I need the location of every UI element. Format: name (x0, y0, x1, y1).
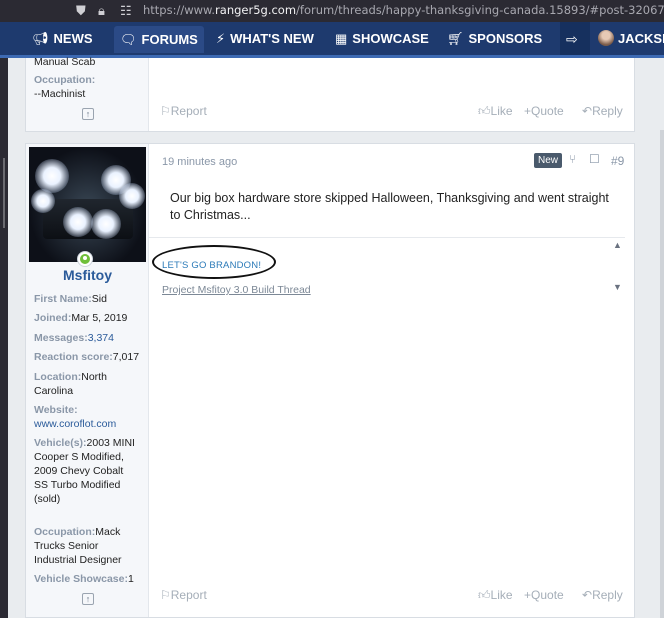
share-icon[interactable]: ⑂ (569, 152, 576, 166)
user-avatar[interactable] (598, 30, 614, 46)
post-date[interactable]: 19 minutes ago (162, 156, 237, 168)
forum-post: Msfitoy First Name:Sid Joined:Mar 5, 201… (25, 143, 635, 618)
signature-link[interactable]: Project Msfitoy 3.0 Build Thread (162, 284, 311, 296)
previous-occupation-value: --Machinist (34, 88, 86, 100)
messages-link[interactable]: 3,374 (88, 332, 114, 344)
scroll-up-icon[interactable]: ▲ (613, 240, 622, 250)
report-link[interactable]: ⚐Report (160, 588, 207, 602)
reaction-score-label: Reaction score: (34, 351, 113, 363)
website-label: Website: (34, 404, 78, 416)
like-button[interactable]: 👍︎Like (478, 588, 513, 603)
vehicles-label: Vehicle(s): (34, 437, 87, 449)
flag-icon: ⚐ (160, 588, 171, 602)
scroll-down-icon[interactable]: ▼ (613, 282, 622, 292)
first-name-value: Sid (91, 293, 107, 305)
bolt-icon: ⚡︎ (216, 31, 226, 46)
bookmark-icon[interactable]: ☐ (589, 152, 600, 166)
flag-icon: ⚐ (160, 104, 171, 118)
nav-news[interactable]: 📢︎ NEWS (32, 31, 93, 47)
previous-occupation-label: Occupation: (34, 74, 96, 86)
signature: LET'S GO BRANDON! Project Msfitoy 3.0 Bu… (149, 237, 625, 297)
nav-sponsors[interactable]: 🛒︎ SPONSORS (447, 31, 542, 47)
post-message: Our big box hardware store skipped Hallo… (170, 191, 609, 222)
previous-quote-button[interactable]: +Quote (524, 104, 564, 118)
nav-showcase[interactable]: ▦ SHOWCASE (335, 31, 429, 47)
nav-user[interactable]: JACKSM (618, 31, 664, 46)
reply-button[interactable]: ↶Reply (582, 588, 623, 602)
new-badge: New (534, 153, 563, 168)
username[interactable]: Msfitoy (26, 267, 149, 283)
shield-icon[interactable]: ⛊ (76, 3, 86, 19)
location-label: Location: (34, 371, 82, 383)
url-text[interactable]: https://www.ranger5g.com/forum/threads/h… (143, 3, 664, 17)
arrow-up-icon[interactable]: ↑ (82, 593, 94, 605)
previous-post: Manual Scab Occupation: --Machinist ↑ ⚐R… (25, 56, 635, 132)
reply-icon: ↶ (582, 104, 593, 118)
signature-line-1: LET'S GO BRANDON! (162, 260, 262, 271)
site-nav: 📢︎ NEWS 🗨︎ FORUMS ⚡︎ WHAT'S NEW ▦ SHOWCASE 🛒… (0, 22, 664, 58)
online-status-icon (78, 252, 92, 266)
previous-extra-fragment: Manual Scab (34, 56, 96, 68)
previous-like-button[interactable]: 👍︎Like (478, 104, 513, 119)
website-link[interactable]: www.coroflot.com (34, 418, 116, 430)
user-avatar-image[interactable] (29, 147, 146, 262)
reaction-score-value: 7,017 (112, 351, 140, 363)
reply-icon: ↶ (582, 588, 593, 602)
cart-icon: 🛒︎ (447, 31, 464, 46)
browser-url-bar: ⛊ 🔒︎ ☷ https://www.ranger5g.com/forum/th… (0, 0, 664, 22)
occupation-label: Occupation: (34, 526, 96, 538)
page-settings-icon[interactable]: ☷ (120, 3, 132, 19)
nav-forums[interactable]: 🗨︎ FORUMS (114, 26, 204, 53)
first-name-label: First Name: (34, 293, 92, 305)
previous-user-extra: Manual Scab Occupation: --Machinist ↑ (26, 56, 149, 131)
vehicle-showcase-value: 1 (127, 573, 134, 585)
thumbs-up-icon: 👍︎ (478, 104, 491, 118)
joined-label: Joined: (34, 312, 72, 324)
post-number[interactable]: #9 (611, 154, 624, 168)
window-edge (0, 58, 8, 618)
vehicle-showcase-label: Vehicle Showcase: (34, 573, 128, 585)
previous-report-link[interactable]: ⚐Report (160, 104, 207, 118)
nav-whats-new[interactable]: ⚡︎ WHAT'S NEW (216, 31, 314, 47)
user-sidebar: Msfitoy First Name:Sid Joined:Mar 5, 201… (26, 144, 149, 617)
table-icon: ▦ (335, 31, 348, 46)
sign-in-icon[interactable]: ⇨ (566, 31, 578, 48)
megaphone-icon: 📢︎ (32, 31, 49, 46)
scrollbar[interactable] (660, 130, 664, 618)
joined-value: Mar 5, 2019 (71, 312, 128, 324)
comments-icon: 🗨︎ (120, 32, 137, 47)
quote-button[interactable]: +Quote (524, 588, 564, 602)
signature-scrollbar[interactable]: ▲ ▼ (611, 238, 625, 298)
thumbs-up-icon: 👍︎ (478, 588, 491, 602)
previous-reply-button[interactable]: ↶Reply (582, 104, 623, 118)
arrow-up-icon[interactable]: ↑ (82, 108, 94, 120)
lock-icon[interactable]: 🔒︎ (98, 3, 105, 19)
messages-label: Messages: (34, 332, 88, 344)
